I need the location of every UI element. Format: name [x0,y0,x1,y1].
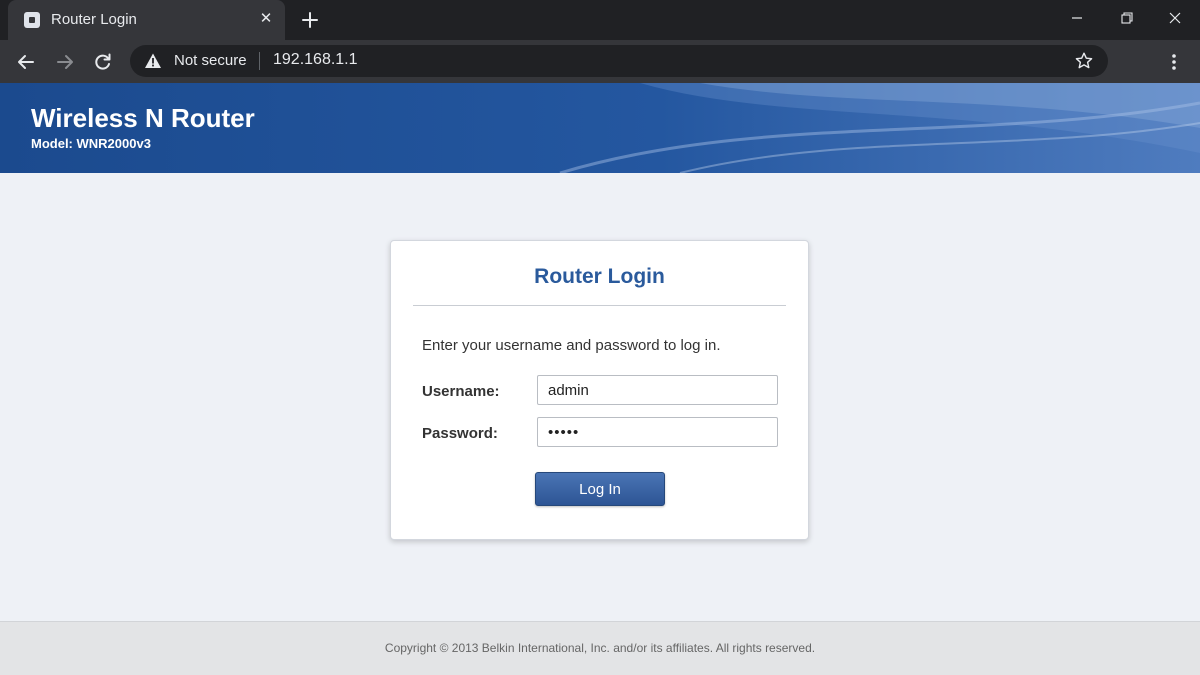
window-minimize-button[interactable] [1052,0,1102,36]
minimize-icon [1072,17,1082,19]
back-arrow-icon [18,55,34,69]
browser-toolbar: Not secure 192.168.1.1 [0,40,1200,83]
new-tab-button[interactable] [298,8,322,32]
forward-arrow-icon [57,55,73,69]
reload-icon [95,53,111,70]
restore-icon [1121,12,1133,24]
warning-icon[interactable] [144,52,162,70]
plus-icon [302,12,318,28]
username-label: Username: [422,383,500,400]
login-card: Router Login Enter your username and pas… [390,240,809,540]
login-title: Router Login [534,265,665,288]
password-input[interactable] [537,417,778,447]
forward-button[interactable] [51,48,79,76]
browser-menu-button[interactable] [1162,48,1186,76]
window-close-button[interactable] [1150,0,1200,36]
router-header-banner: Wireless N Router Model: WNR2000v3 [0,83,1200,173]
title-divider [413,305,786,306]
window-restore-button[interactable] [1102,0,1152,36]
login-button[interactable]: Log In [535,472,665,506]
copyright-text: Copyright © 2013 Belkin International, I… [384,641,816,655]
url-text[interactable]: 192.168.1.1 [273,51,358,69]
address-bar[interactable]: Not secure 192.168.1.1 [130,45,1108,77]
reload-button[interactable] [89,48,117,76]
browser-tab[interactable]: Router Login ✕ [8,0,285,40]
security-status-label[interactable]: Not secure [174,52,247,69]
username-input[interactable] [537,375,778,405]
browser-tab-strip: Router Login ✕ [0,0,1200,40]
tab-favicon-icon [24,12,40,28]
kebab-menu-icon [1172,54,1176,70]
close-icon [1169,12,1181,24]
tab-title: Router Login [51,11,137,28]
password-label: Password: [422,425,498,442]
router-model-label: Model: WNR2000v3 [31,136,151,151]
tab-close-icon[interactable]: ✕ [256,9,276,29]
star-icon[interactable] [1074,51,1094,71]
router-name-title: Wireless N Router [31,103,255,133]
back-button[interactable] [12,48,40,76]
page-footer: Copyright © 2013 Belkin International, I… [0,621,1200,675]
login-instructions: Enter your username and password to log … [422,337,721,354]
address-bar-divider [259,52,260,70]
